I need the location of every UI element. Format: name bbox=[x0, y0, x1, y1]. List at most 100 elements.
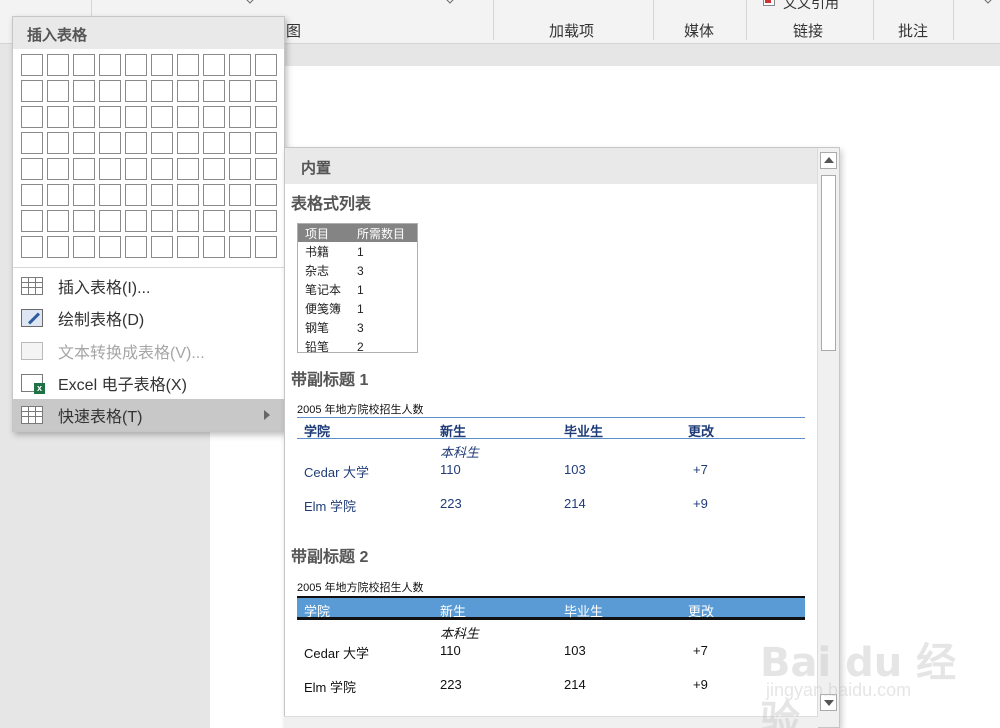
table-grid-cell[interactable] bbox=[73, 210, 95, 232]
table-grid-cell[interactable] bbox=[255, 210, 277, 232]
table-grid-cell[interactable] bbox=[177, 184, 199, 206]
table-grid-cell[interactable] bbox=[73, 132, 95, 154]
table-grid-cell[interactable] bbox=[177, 132, 199, 154]
table-grid-cell[interactable] bbox=[73, 80, 95, 102]
table-grid-cell[interactable] bbox=[229, 132, 251, 154]
table-grid-cell[interactable] bbox=[151, 158, 173, 180]
table-grid-cell[interactable] bbox=[151, 236, 173, 258]
table-grid-cell[interactable] bbox=[125, 210, 147, 232]
table-grid-cell[interactable] bbox=[47, 236, 69, 258]
table-header-cell: 学院 bbox=[304, 604, 331, 619]
table-grid-cell[interactable] bbox=[177, 54, 199, 76]
table-grid-cell[interactable] bbox=[21, 158, 43, 180]
table-subheading-row: 本科生 bbox=[297, 620, 805, 641]
table-grid-cell[interactable] bbox=[203, 236, 225, 258]
chevron-down-icon[interactable] bbox=[982, 0, 994, 4]
table-grid-cell[interactable] bbox=[99, 158, 121, 180]
submenu-arrow-icon bbox=[264, 410, 270, 420]
table-grid-cell[interactable] bbox=[21, 236, 43, 258]
table-grid-cell[interactable] bbox=[229, 236, 251, 258]
table-grid-cell[interactable] bbox=[203, 132, 225, 154]
table-grid-cell[interactable] bbox=[99, 80, 121, 102]
table-grid-cell[interactable] bbox=[203, 210, 225, 232]
table-grid-cell[interactable] bbox=[99, 54, 121, 76]
table-grid-cell[interactable] bbox=[125, 54, 147, 76]
table-grid-cell[interactable] bbox=[73, 106, 95, 128]
table-grid-cell[interactable] bbox=[125, 80, 147, 102]
table-grid-cell[interactable] bbox=[125, 184, 147, 206]
table-grid-cell[interactable] bbox=[255, 158, 277, 180]
draw-table-item[interactable]: 绘制表格(D) bbox=[13, 302, 284, 334]
table-cell: 1 bbox=[357, 282, 364, 297]
table-grid-cell[interactable] bbox=[47, 80, 69, 102]
table-grid-cell[interactable] bbox=[229, 210, 251, 232]
table-grid-cell[interactable] bbox=[99, 210, 121, 232]
table-grid-cell[interactable] bbox=[229, 106, 251, 128]
table-grid-cell[interactable] bbox=[203, 54, 225, 76]
table-grid-cell[interactable] bbox=[151, 54, 173, 76]
table-grid-cell[interactable] bbox=[229, 80, 251, 102]
table-grid-cell[interactable] bbox=[47, 106, 69, 128]
cross-reference-button[interactable]: 文文引用 bbox=[783, 0, 839, 13]
table-grid-cell[interactable] bbox=[21, 184, 43, 206]
quick-tables-item[interactable]: 快速表格(T) bbox=[13, 399, 284, 431]
table-grid-cell[interactable] bbox=[177, 106, 199, 128]
table-header-cell: 新生 bbox=[440, 424, 467, 439]
table-grid-cell[interactable] bbox=[21, 210, 43, 232]
table-grid-cell[interactable] bbox=[73, 54, 95, 76]
table-grid-cell[interactable] bbox=[255, 132, 277, 154]
table-grid-cell[interactable] bbox=[47, 158, 69, 180]
table-grid-cell[interactable] bbox=[177, 236, 199, 258]
table-grid-cell[interactable] bbox=[125, 236, 147, 258]
table-grid-cell[interactable] bbox=[203, 80, 225, 102]
table-grid-cell[interactable] bbox=[151, 184, 173, 206]
baidu-watermark: Bai du 经验 jingyan.baidu.com bbox=[760, 630, 980, 728]
table-grid-cell[interactable] bbox=[177, 80, 199, 102]
table-grid-cell[interactable] bbox=[255, 80, 277, 102]
cross-reference-icon[interactable] bbox=[763, 0, 775, 6]
table-grid-cell[interactable] bbox=[73, 236, 95, 258]
with-subheads-1-preview[interactable]: 学院 新生 毕业生 更改 本科生 Cedar 大学 110 103 +7 Elm… bbox=[297, 417, 805, 514]
table-grid-cell[interactable] bbox=[151, 106, 173, 128]
excel-spreadsheet-item[interactable]: Excel 电子表格(X) bbox=[13, 367, 284, 399]
table-grid-cell[interactable] bbox=[255, 236, 277, 258]
table-grid-cell[interactable] bbox=[151, 210, 173, 232]
table-grid-cell[interactable] bbox=[73, 184, 95, 206]
with-subheads-2-preview[interactable]: 学院 新生 毕业生 更改 本科生 Cedar 大学 110 103 +7 Elm… bbox=[297, 596, 805, 695]
table-grid-cell[interactable] bbox=[151, 80, 173, 102]
table-grid-cell[interactable] bbox=[177, 210, 199, 232]
scroll-up-button[interactable] bbox=[820, 152, 837, 169]
table-cell: Elm 学院 bbox=[304, 680, 357, 695]
table-grid-cell[interactable] bbox=[47, 210, 69, 232]
table-grid-cell[interactable] bbox=[99, 132, 121, 154]
scroll-thumb[interactable] bbox=[821, 175, 836, 351]
table-grid-cell[interactable] bbox=[21, 80, 43, 102]
table-grid-cell[interactable] bbox=[229, 54, 251, 76]
table-grid-cell[interactable] bbox=[255, 184, 277, 206]
table-grid-cell[interactable] bbox=[47, 132, 69, 154]
table-grid-cell[interactable] bbox=[21, 132, 43, 154]
table-grid-cell[interactable] bbox=[47, 184, 69, 206]
insert-table-item[interactable]: 插入表格(I)... bbox=[13, 270, 284, 302]
table-grid-cell[interactable] bbox=[73, 158, 95, 180]
table-grid-cell[interactable] bbox=[177, 158, 199, 180]
table-size-grid[interactable] bbox=[21, 54, 277, 258]
table-grid-cell[interactable] bbox=[125, 158, 147, 180]
table-grid-cell[interactable] bbox=[21, 106, 43, 128]
table-grid-cell[interactable] bbox=[125, 132, 147, 154]
table-grid-cell[interactable] bbox=[255, 54, 277, 76]
table-grid-cell[interactable] bbox=[229, 158, 251, 180]
table-grid-cell[interactable] bbox=[47, 54, 69, 76]
table-grid-cell[interactable] bbox=[203, 184, 225, 206]
table-grid-cell[interactable] bbox=[99, 236, 121, 258]
table-grid-cell[interactable] bbox=[203, 158, 225, 180]
table-grid-cell[interactable] bbox=[99, 184, 121, 206]
table-grid-cell[interactable] bbox=[21, 54, 43, 76]
table-grid-cell[interactable] bbox=[125, 106, 147, 128]
table-grid-cell[interactable] bbox=[151, 132, 173, 154]
table-grid-cell[interactable] bbox=[255, 106, 277, 128]
table-grid-cell[interactable] bbox=[99, 106, 121, 128]
table-grid-cell[interactable] bbox=[203, 106, 225, 128]
tabular-list-preview[interactable]: 项目 所需数目 书籍 1 杂志 3 笔记本 1 便笺簿 1 钢笔 3 铅笔 2 bbox=[297, 223, 418, 354]
table-grid-cell[interactable] bbox=[229, 184, 251, 206]
